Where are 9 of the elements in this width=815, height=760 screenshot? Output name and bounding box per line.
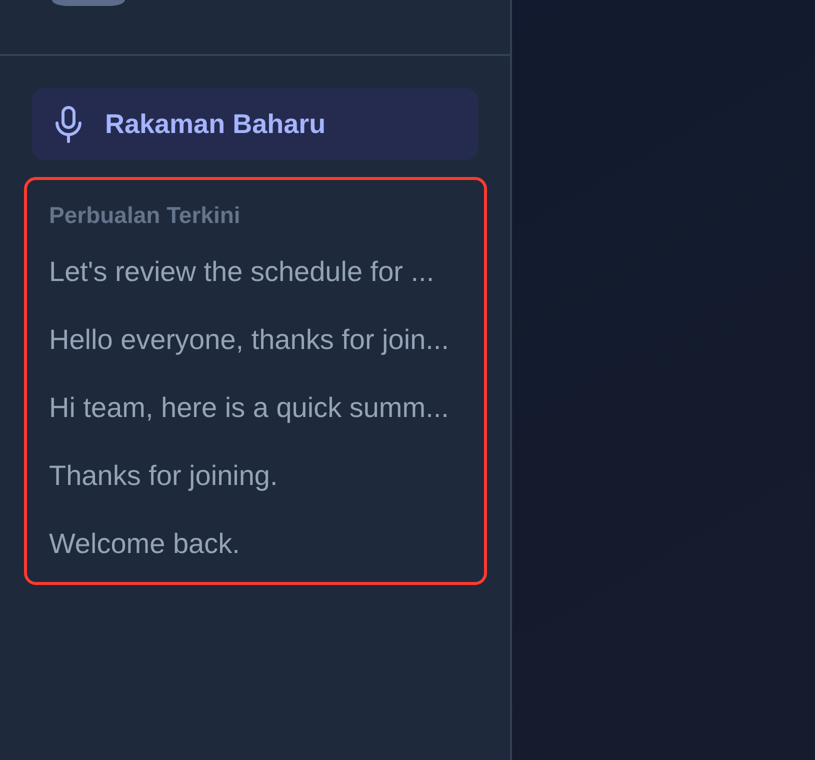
header-button[interactable] xyxy=(52,0,125,6)
new-recording-button[interactable]: Rakaman Baharu xyxy=(32,88,478,160)
conversation-item[interactable]: Let's review the schedule for ... xyxy=(49,238,462,306)
section-heading: Perbualan Terkini xyxy=(49,202,242,228)
conversation-item[interactable]: Hello everyone, thanks for join... xyxy=(49,306,462,374)
conversation-item[interactable]: Thanks for joining. xyxy=(49,442,462,510)
conversation-item[interactable]: Welcome back. xyxy=(49,510,462,578)
conversation-item[interactable]: Hi team, here is a quick summ... xyxy=(49,374,462,442)
microphone-icon xyxy=(55,106,82,142)
